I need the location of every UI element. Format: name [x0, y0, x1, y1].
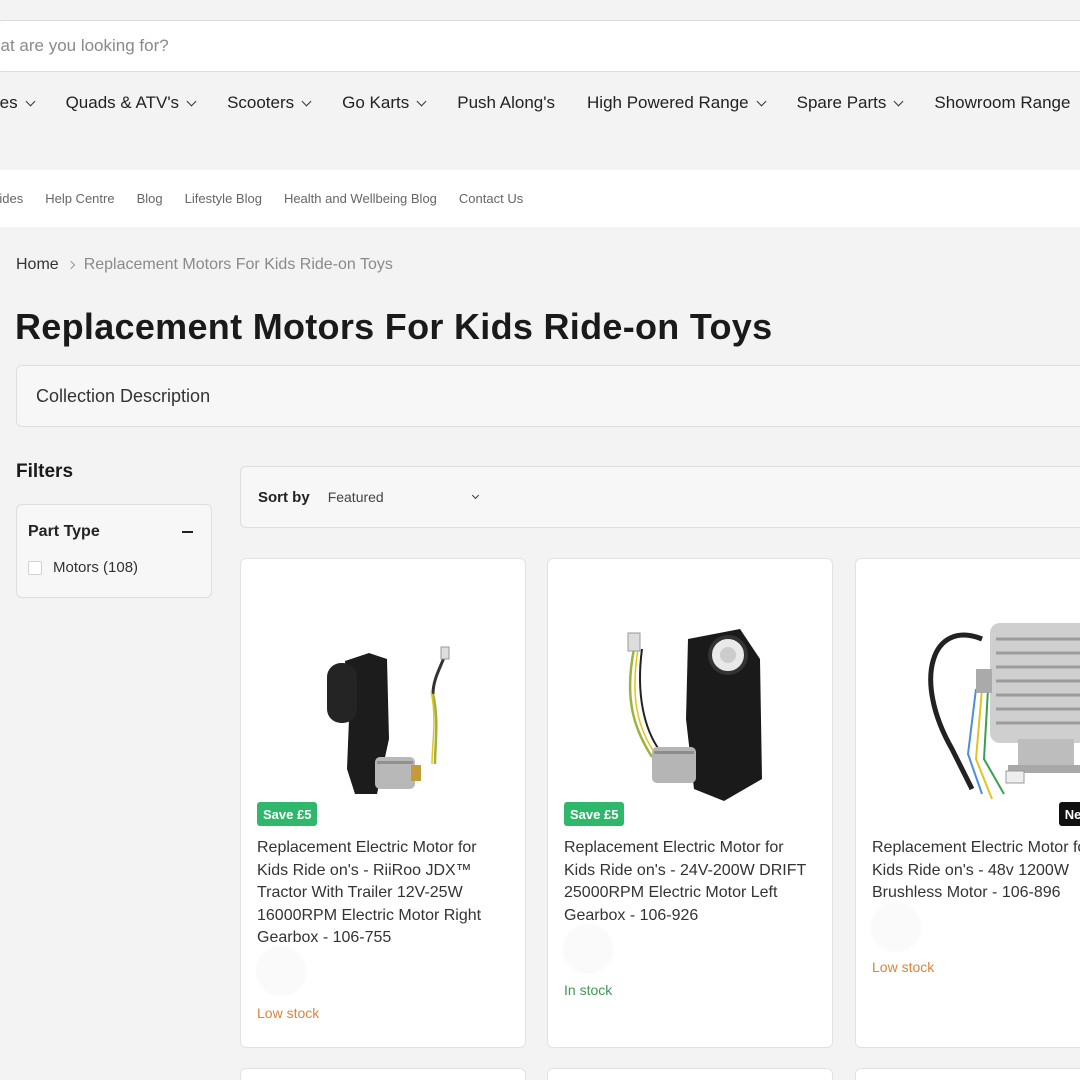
filters-heading: Filters [16, 461, 74, 482]
new-badge: New A [1058, 802, 1080, 826]
filter-group-part-type: Part Type Motors (108) [16, 504, 212, 598]
color-swatch[interactable] [564, 925, 612, 973]
product-title[interactable]: Replacement Electric Motor for Kids Ride… [872, 837, 1080, 905]
sub-nav-health-blog[interactable]: Health and Wellbeing Blog [284, 191, 437, 206]
nav-item-label: High Powered Range [587, 93, 749, 112]
chevron-down-icon [471, 491, 479, 500]
page-title: Replacement Motors For Kids Ride-on Toys [15, 306, 773, 347]
sub-nav-contact-us[interactable]: Contact Us [459, 191, 523, 206]
brushless-motor-image [928, 623, 1080, 800]
save-badge: Save £5 [564, 802, 625, 826]
nav-item-label: Push Along's [457, 93, 556, 112]
sub-nav-blog[interactable]: Blog [137, 191, 163, 206]
nav-item-spare-parts[interactable]: Spare Parts [796, 93, 904, 113]
product-title[interactable]: Replacement Electric Motor for Kids Ride… [257, 837, 511, 950]
gearbox-motor-left-image [627, 629, 762, 801]
product-card-next-row[interactable] [855, 1068, 1080, 1080]
sub-nav-help-centre[interactable]: Help Centre [45, 191, 114, 206]
color-swatch[interactable] [872, 903, 920, 951]
nav-item-scooters[interactable]: Scooters [227, 93, 312, 113]
color-swatch[interactable] [257, 947, 305, 995]
product-card[interactable]: Save £5 Replacement Electric Motor for K… [547, 558, 833, 1048]
filter-group-header[interactable]: Part Type [28, 523, 193, 541]
product-card-next-row[interactable] [547, 1068, 833, 1080]
save-badge: Save £5 [257, 802, 318, 826]
product-title[interactable]: Replacement Electric Motor for Kids Ride… [564, 837, 818, 927]
sort-label: Sort by [258, 488, 310, 506]
chevron-right-icon [66, 260, 75, 270]
nav-item-go-karts[interactable]: Go Karts [342, 93, 427, 113]
sort-select[interactable]: Featured [327, 489, 479, 505]
nav-item-high-powered[interactable]: High Powered Range [587, 93, 767, 113]
breadcrumb: Home Replacement Motors For Kids Ride-on… [16, 256, 393, 274]
sub-nav-lifestyle-blog[interactable]: Lifestyle Blog [185, 191, 262, 206]
checkbox[interactable] [28, 560, 42, 575]
collection-description-toggle[interactable]: Collection Description [16, 365, 1080, 427]
nav-item-push-alongs[interactable]: Push Along's [457, 93, 555, 113]
search-input[interactable] [0, 21, 1080, 71]
filter-option-label: Motors (108) [53, 559, 139, 576]
chevron-down-icon [756, 96, 767, 106]
nav-item-quads[interactable]: Quads & ATV's [65, 93, 197, 113]
gearbox-motor-right-image [327, 646, 450, 794]
chevron-down-icon [25, 96, 36, 106]
nav-item-showroom[interactable]: Showroom Range [934, 93, 1070, 113]
breadcrumb-home[interactable]: Home [16, 256, 59, 274]
nav-item-label: Go Karts [342, 93, 410, 112]
nav-item-label: Showroom Range [934, 93, 1071, 112]
stock-status: Low stock [872, 959, 935, 975]
breadcrumb-current: Replacement Motors For Kids Ride-on Toys [83, 256, 393, 273]
sort-bar: Sort by Featured [240, 466, 1080, 528]
main-nav: Bikes Quads & ATV's Scooters Go Karts Pu… [0, 90, 1080, 116]
product-card[interactable]: New A Replacement Electric Motor for Kid… [855, 558, 1080, 1048]
nav-item-bikes[interactable]: Bikes [0, 93, 36, 113]
sub-nav-guides[interactable]: Guides [0, 191, 23, 206]
chevron-down-icon [186, 96, 197, 106]
product-card-next-row[interactable] [240, 1068, 526, 1080]
sort-value: Featured [327, 489, 384, 505]
chevron-down-icon [893, 96, 904, 106]
filter-group-label: Part Type [28, 523, 100, 540]
stock-status: Low stock [257, 1005, 320, 1021]
product-card[interactable]: Save £5 Replacement Electric Motor for K… [240, 558, 526, 1048]
secondary-nav: Guides Help Centre Blog Lifestyle Blog H… [0, 170, 1080, 227]
nav-item-label: Quads & ATV's [65, 93, 180, 112]
nav-item-label: Scooters [227, 93, 295, 112]
nav-item-label: Bikes [0, 93, 18, 112]
collapse-icon [182, 531, 193, 533]
filter-option-motors[interactable]: Motors (108) [28, 559, 138, 576]
nav-item-label: Spare Parts [796, 93, 887, 112]
search-bar[interactable] [0, 20, 1080, 72]
stock-status: In stock [564, 982, 613, 998]
collection-description-label: Collection Description [36, 385, 211, 406]
chevron-down-icon [416, 96, 427, 106]
chevron-down-icon [301, 96, 312, 106]
